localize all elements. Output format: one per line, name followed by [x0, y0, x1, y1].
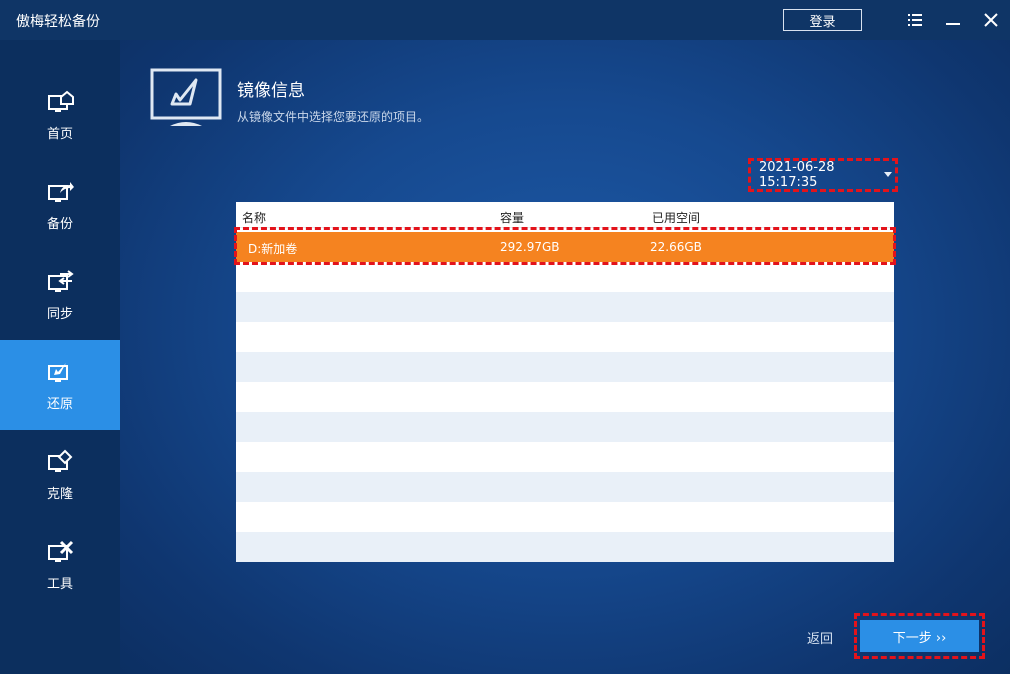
sidebar-item-backup[interactable]: 备份 — [0, 160, 120, 250]
empty-row — [236, 352, 894, 382]
back-button[interactable]: 返回 — [807, 628, 833, 647]
page-subtitle: 从镜像文件中选择您要还原的项目。 — [237, 110, 430, 124]
empty-row — [236, 442, 894, 472]
cell-capacity: 292.97GB — [500, 240, 560, 254]
sidebar-item-label: 首页 — [46, 126, 73, 142]
sidebar-item-label: 克隆 — [46, 486, 73, 502]
partition-table: 名称 容量 已用空间 D:新加卷 292.97GB 22.66GB — [236, 202, 894, 562]
column-header-used: 已用空间 — [652, 211, 701, 225]
chevron-down-icon — [884, 172, 892, 177]
sidebar-item-label: 备份 — [46, 216, 73, 232]
empty-row — [236, 502, 894, 532]
table-row[interactable]: D:新加卷 292.97GB 22.66GB — [236, 232, 894, 262]
sidebar-item-label: 工具 — [46, 576, 73, 592]
backup-time-select[interactable]: 2021-06-28 15:17:35 — [748, 158, 898, 192]
empty-row — [236, 412, 894, 442]
tools-icon — [48, 540, 74, 562]
close-icon[interactable] — [981, 10, 1001, 30]
next-button[interactable]: 下一步 ›› — [860, 620, 979, 652]
restore-icon — [48, 362, 68, 382]
minimize-icon[interactable] — [943, 10, 963, 30]
app-title: 傲梅轻松备份 — [16, 14, 100, 30]
empty-row — [236, 262, 894, 292]
page-title: 镜像信息 — [237, 81, 305, 101]
backup-icon — [48, 181, 74, 202]
home-icon — [48, 90, 74, 112]
cell-used: 22.66GB — [650, 240, 702, 254]
backup-time-value: 2021-06-28 15:17:35 — [759, 160, 835, 190]
empty-row — [236, 382, 894, 412]
sidebar-item-tools[interactable]: 工具 — [0, 520, 120, 610]
column-header-capacity: 容量 — [500, 211, 525, 225]
menu-icon[interactable] — [905, 10, 925, 30]
title-bar: 傲梅轻松备份 登录 — [0, 0, 1010, 40]
empty-row — [236, 532, 894, 562]
sidebar-item-label: 同步 — [46, 306, 73, 322]
column-header-name: 名称 — [242, 211, 267, 225]
login-button[interactable]: 登录 — [783, 9, 862, 31]
sidebar-item-clone[interactable]: 克隆 — [0, 430, 120, 520]
table-header: 名称 容量 已用空间 — [236, 202, 894, 228]
empty-row — [236, 292, 894, 322]
sync-icon — [48, 269, 74, 292]
empty-row — [236, 322, 894, 352]
monitor-restore-icon — [150, 68, 222, 126]
clone-icon — [48, 449, 73, 472]
sidebar-item-home[interactable]: 首页 — [0, 70, 120, 160]
empty-row — [236, 472, 894, 502]
sidebar: 首页 备份 同步 还原 克隆 工具 — [0, 40, 120, 674]
sidebar-item-restore[interactable]: 还原 — [0, 340, 120, 430]
sidebar-item-sync[interactable]: 同步 — [0, 250, 120, 340]
cell-name: D:新加卷 — [248, 242, 298, 256]
main-panel: 镜像信息 从镜像文件中选择您要还原的项目。 2021-06-28 15:17:3… — [120, 40, 1010, 674]
sidebar-item-label: 还原 — [46, 396, 73, 412]
